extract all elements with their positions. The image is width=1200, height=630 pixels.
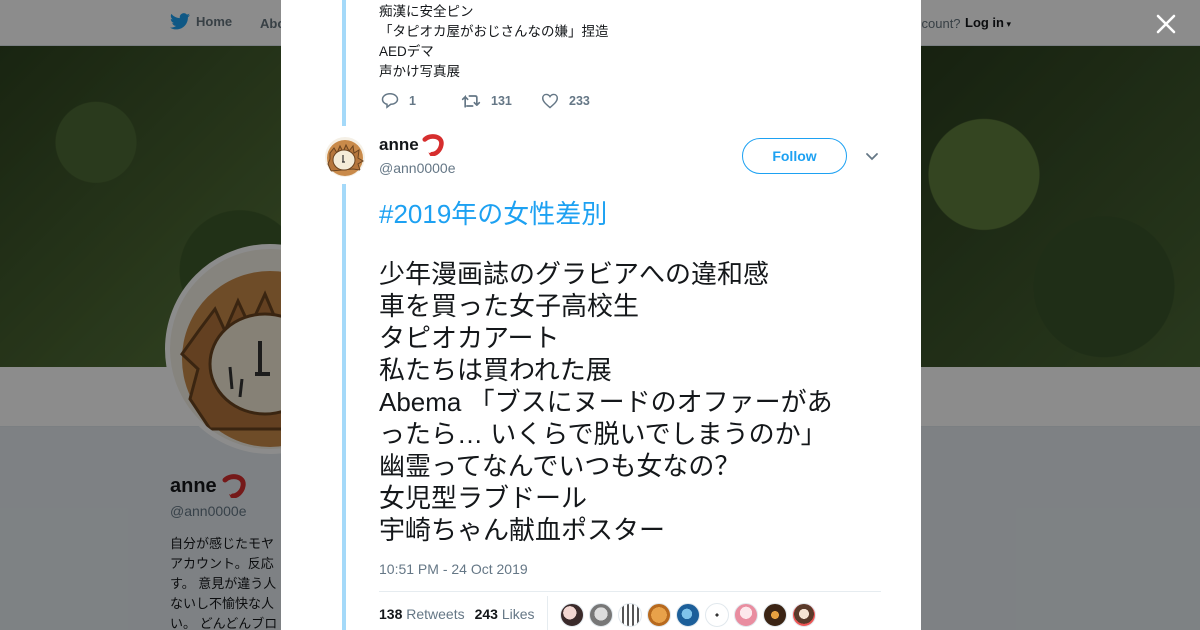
author-avatar[interactable] xyxy=(325,137,365,177)
likes-stat[interactable]: 243 Likes xyxy=(475,606,535,622)
previous-tweet-line: 痴漢に安全ピン xyxy=(379,4,474,19)
thread-connector-line xyxy=(342,184,346,630)
tweet-hashtag-link[interactable]: #2019年の女性差別 xyxy=(379,194,607,231)
tweet-text-line: 女児型ラブドール xyxy=(379,483,588,513)
retweet-count: 131 xyxy=(491,93,512,108)
follow-button[interactable]: Follow xyxy=(742,138,847,174)
liker-avatar[interactable] xyxy=(618,603,642,627)
liker-avatar[interactable] xyxy=(589,603,613,627)
retweets-stat[interactable]: 138 Retweets xyxy=(379,606,465,622)
liker-avatar[interactable] xyxy=(705,603,729,627)
like-button[interactable]: 233 xyxy=(541,92,621,109)
tweet-stats: 138 Retweets 243 Likes xyxy=(379,606,535,622)
reply-count: 1 xyxy=(409,93,416,108)
previous-tweet-line: 「タピオカ屋がおじさんなの嫌」捏造 xyxy=(379,24,609,39)
previous-tweet-line: 声かけ写真展 xyxy=(379,64,460,79)
liker-avatar[interactable] xyxy=(676,603,700,627)
tweet-permalink-modal: 痴漢に安全ピン 「タピオカ屋がおじさんなの嫌」捏造 AEDデマ 声かけ写真展 1… xyxy=(281,0,921,630)
author-name-text: anne xyxy=(379,135,419,154)
liker-avatar[interactable] xyxy=(647,603,671,627)
previous-tweet-actions: 1 131 233 xyxy=(381,92,621,109)
tweet-timestamp[interactable]: 10:51 PM - 24 Oct 2019 xyxy=(379,561,528,577)
retweet-button[interactable]: 131 xyxy=(461,92,541,109)
tweet-text-line: タピオカアート xyxy=(379,323,560,353)
tweet-text-line: 幽霊ってなんでいつも女なの？ xyxy=(379,451,741,481)
like-count: 233 xyxy=(569,93,590,108)
tweet-author-name[interactable]: anne xyxy=(379,134,445,156)
hedgehog-avatar-illustration xyxy=(327,140,364,176)
retweet-icon xyxy=(461,94,481,108)
close-icon[interactable] xyxy=(1152,10,1180,38)
tweet-text-line: 車を買った女子高校生 xyxy=(379,291,640,321)
tweet-author-handle[interactable]: @ann0000e xyxy=(379,160,456,176)
shrimp-emoji-icon xyxy=(422,134,444,156)
reply-button[interactable]: 1 xyxy=(381,92,461,109)
likes-stat-label: Likes xyxy=(501,606,535,622)
tweet-text: 少年漫画誌のグラビアへの違和感 車を買った女子高校生 タピオカアート 私たちは買… xyxy=(379,258,879,546)
tweet-text-line: Abema 「ブスにヌードのオファーがあ xyxy=(379,387,833,417)
tweet-text-line: 私たちは買われた展 xyxy=(379,355,612,385)
reply-icon xyxy=(381,92,399,109)
liker-avatar[interactable] xyxy=(560,603,584,627)
tweet-text-line: ったら… いくらで脱いでしまうのか」 xyxy=(379,419,827,449)
liker-avatars xyxy=(560,603,816,627)
liker-avatar[interactable] xyxy=(763,603,787,627)
thread-connector-line xyxy=(342,0,346,126)
likes-stat-count: 243 xyxy=(474,606,498,622)
stats-vertical-divider xyxy=(547,596,548,630)
tweet-text-line: 少年漫画誌のグラビアへの違和感 xyxy=(379,259,770,289)
stats-divider xyxy=(379,591,881,592)
liker-avatar[interactable] xyxy=(734,603,758,627)
liker-avatar[interactable] xyxy=(792,603,816,627)
like-icon xyxy=(541,93,559,109)
previous-tweet-line: AEDデマ xyxy=(379,44,434,59)
previous-tweet-text: 痴漢に安全ピン 「タピオカ屋がおじさんなの嫌」捏造 AEDデマ 声かけ写真展 xyxy=(379,2,609,82)
retweets-stat-count: 138 xyxy=(379,606,403,622)
chevron-down-icon[interactable] xyxy=(865,150,879,164)
tweet-text-line: 宇崎ちゃん献血ポスター xyxy=(379,515,666,545)
retweets-stat-label: Retweets xyxy=(406,606,465,622)
